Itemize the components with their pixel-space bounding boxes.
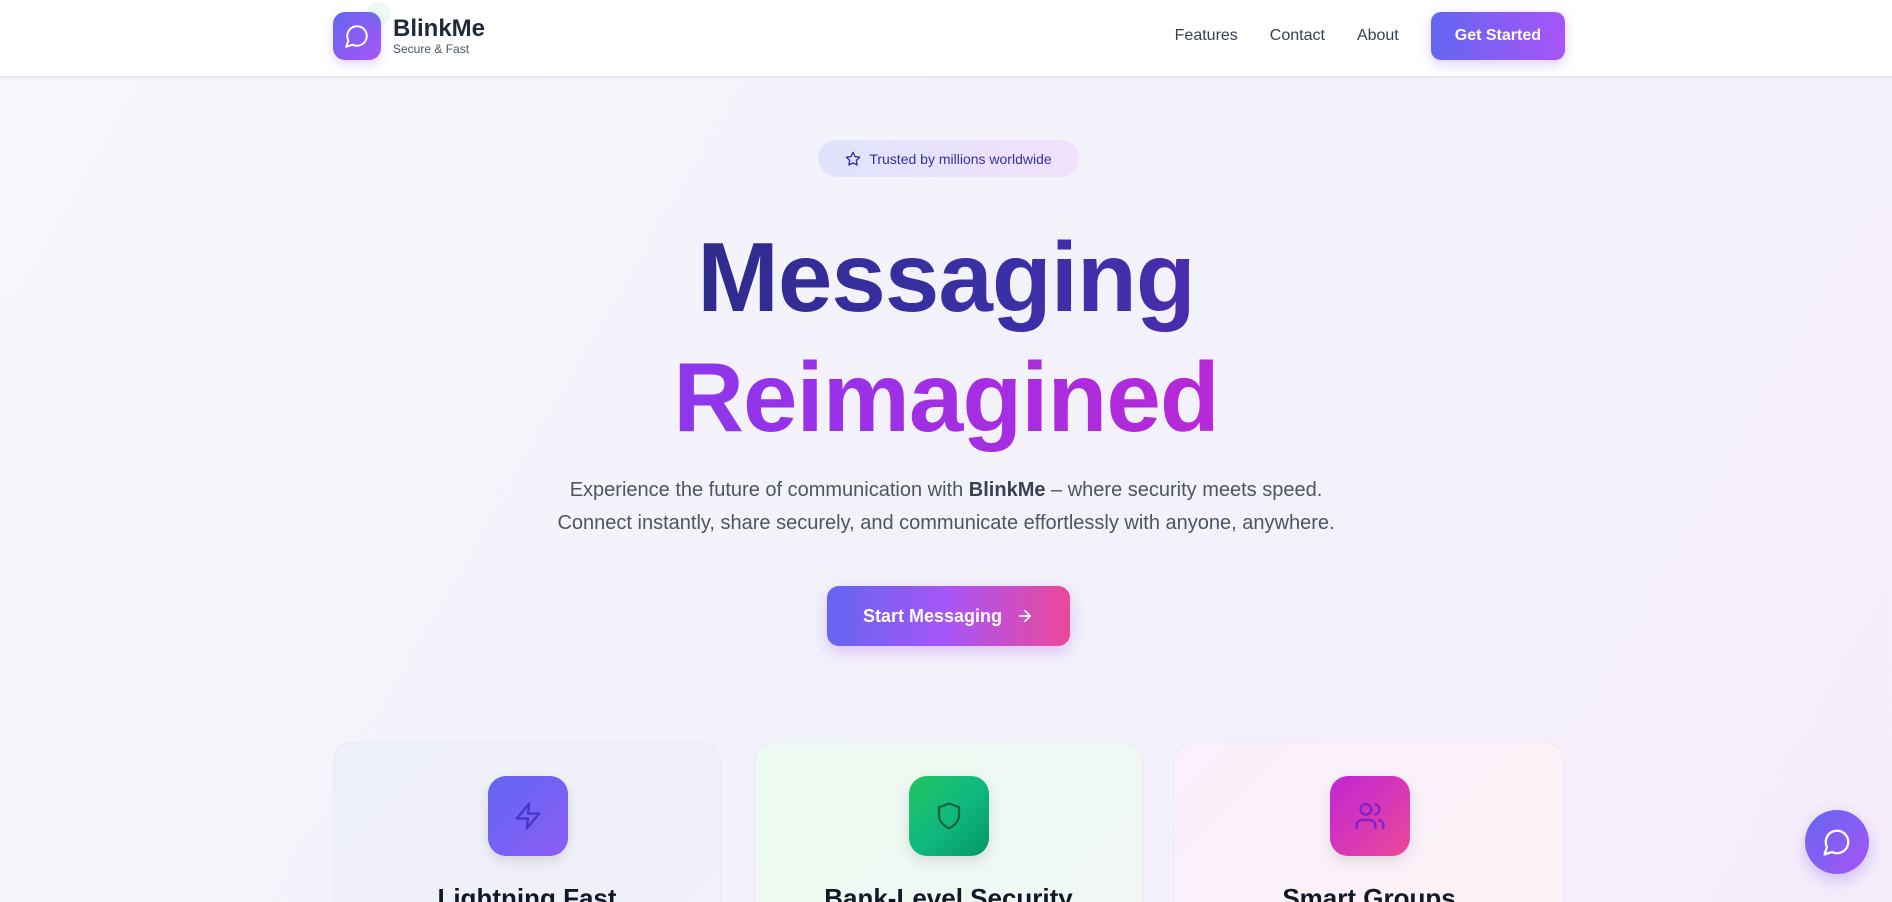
get-started-button[interactable]: Get Started — [1430, 12, 1565, 60]
subtext-brand: BlinkMe — [968, 479, 1046, 501]
subtext-post: – where security meets speed. — [1045, 479, 1323, 501]
main-nav: Features Contact About Get Started — [1175, 12, 1565, 60]
feature-card-groups: Smart Groups — [1174, 742, 1564, 902]
nav-link-features[interactable]: Features — [1175, 27, 1238, 45]
brand-logo[interactable]: BlinkMe Secure & Fast — [333, 2, 486, 60]
lightning-icon — [488, 776, 568, 856]
start-messaging-button[interactable]: Start Messaging — [827, 586, 1070, 646]
nav-link-contact[interactable]: Contact — [1270, 27, 1325, 45]
users-icon — [1330, 776, 1410, 856]
hero-subtext: Experience the future of communication w… — [0, 474, 1892, 540]
feature-title: Smart Groups — [1282, 883, 1456, 902]
feature-card-lightning: Lightning Fast — [333, 742, 721, 902]
subtext-pre: Experience the future of communication w… — [569, 479, 969, 501]
shield-icon — [909, 776, 989, 856]
star-icon — [845, 151, 861, 166]
feature-title: Lightning Fast — [437, 883, 617, 902]
feature-title: Bank-Level Security — [824, 883, 1073, 902]
brand-name: BlinkMe — [393, 15, 486, 42]
chat-bubble-icon — [333, 2, 391, 60]
hero-title-line1: Messaging — [0, 222, 1892, 332]
trust-badge: Trusted by millions worldwide — [818, 140, 1079, 177]
brand-tagline: Secure & Fast — [393, 42, 470, 56]
start-messaging-label: Start Messaging — [862, 605, 1003, 626]
subtext-line2: Connect instantly, share securely, and c… — [557, 512, 1335, 534]
feature-card-security: Bank-Level Security — [754, 742, 1143, 902]
logo-decoration — [367, 2, 391, 26]
chat-launcher-button[interactable] — [1805, 810, 1869, 874]
arrow-right-icon — [1018, 609, 1032, 623]
trust-badge-label: Trusted by millions worldwide — [869, 150, 1052, 167]
top-navbar: BlinkMe Secure & Fast Features Contact A… — [0, 0, 1892, 77]
hero-title-line2: Reimagined — [0, 342, 1892, 452]
chat-bubble-icon — [1823, 829, 1850, 856]
nav-link-about[interactable]: About — [1357, 27, 1399, 45]
